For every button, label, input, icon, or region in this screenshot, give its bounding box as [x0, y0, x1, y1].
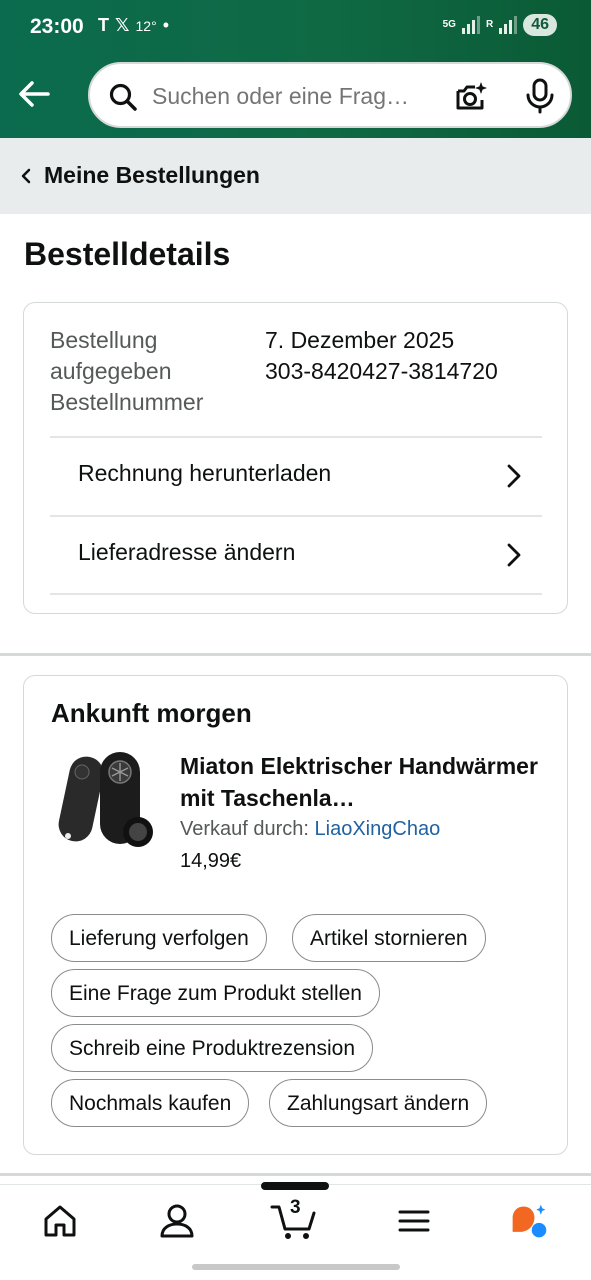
active-tab-indicator: [261, 1182, 329, 1190]
rufus-assistant-icon[interactable]: [509, 1201, 549, 1241]
order-placed-value: 7. Dezember 2025: [265, 327, 455, 353]
section-divider: [0, 653, 591, 656]
order-info-card: Bestellung aufgegeben Bestellnummer 7. D…: [23, 302, 568, 614]
download-invoice-row[interactable]: Rechnung herunterladen: [50, 436, 542, 514]
seller-prefix: Verkauf durch:: [180, 818, 309, 840]
track-delivery-button[interactable]: Lieferung verfolgen: [51, 914, 267, 962]
page-title: Bestelldetails: [24, 236, 231, 272]
battery-indicator: 46: [523, 14, 557, 36]
seller-info: Verkauf durch: LiaoXingChao: [180, 818, 440, 841]
network-type: 5G: [442, 19, 456, 30]
signal-icon: [461, 16, 480, 34]
breadcrumb-label: Meine Bestellungen: [44, 162, 260, 188]
weather-temperature: 12°: [135, 17, 157, 34]
x-icon: 𝕏: [115, 15, 130, 35]
shipment-card: Ankunft morgen Miaton Elektrischer Handw…: [23, 675, 568, 1155]
product-image[interactable]: [54, 750, 158, 854]
change-payment-button[interactable]: Zahlungsart ändern: [269, 1079, 488, 1127]
order-values: 7. Dezember 2025 303-8420427-3814720: [265, 325, 498, 387]
chevron-right-icon: [507, 543, 521, 567]
status-right: 5G R 46: [443, 14, 557, 36]
order-number-label: Bestellnummer: [50, 389, 204, 415]
camera-lens-icon[interactable]: [454, 80, 488, 114]
search-icon: [109, 83, 137, 111]
gesture-home-bar[interactable]: [192, 1264, 400, 1270]
search-bar[interactable]: [88, 62, 572, 128]
product-title[interactable]: Miaton Elektrischer Handwärmer mit Tasch…: [180, 750, 540, 814]
microphone-icon[interactable]: [524, 78, 556, 114]
status-bar: 23:00 T 𝕏 12° • 5G R 46: [0, 0, 591, 56]
arrival-status: Ankunft morgen: [51, 698, 252, 728]
breadcrumb[interactable]: Meine Bestellungen: [0, 138, 591, 214]
order-labels: Bestellung aufgegeben Bestellnummer: [50, 325, 230, 418]
chevron-right-icon: [507, 464, 521, 488]
download-invoice-label: Rechnung herunterladen: [78, 460, 332, 486]
seller-link[interactable]: LiaoXingChao: [315, 818, 441, 840]
change-address-row[interactable]: Lieferadresse ändern: [50, 515, 542, 593]
cart-count: 3: [290, 1197, 301, 1218]
cart-tab[interactable]: 3: [270, 1197, 320, 1241]
buy-again-button[interactable]: Nochmals kaufen: [51, 1079, 250, 1127]
dot-icon: •: [162, 15, 169, 35]
app-header: 23:00 T 𝕏 12° • 5G R 46: [0, 0, 591, 138]
back-arrow-icon[interactable]: [16, 76, 52, 112]
chevron-left-icon: [21, 168, 31, 184]
status-notification-icons: T 𝕏 12° •: [98, 15, 169, 36]
product-price: 14,99€: [180, 850, 242, 872]
change-address-label: Lieferadresse ändern: [78, 539, 296, 565]
menu-icon[interactable]: [394, 1201, 434, 1241]
cancel-item-button[interactable]: Artikel stornieren: [292, 914, 486, 962]
ask-question-button[interactable]: Eine Frage zum Produkt stellen: [51, 969, 380, 1017]
row-divider: [50, 593, 542, 595]
tesla-icon: T: [98, 15, 109, 35]
roaming-indicator: R: [485, 19, 494, 30]
order-placed-label: Bestellung aufgegeben: [50, 327, 172, 384]
signal-icon-2: [499, 16, 518, 34]
order-number-value: 303-8420427-3814720: [265, 358, 498, 384]
write-review-button[interactable]: Schreib eine Produktrezension: [51, 1024, 374, 1072]
status-time: 23:00: [30, 15, 84, 38]
home-icon[interactable]: [40, 1201, 80, 1241]
section-divider: [0, 1173, 591, 1176]
account-icon[interactable]: [157, 1201, 197, 1241]
search-input[interactable]: [152, 76, 442, 116]
